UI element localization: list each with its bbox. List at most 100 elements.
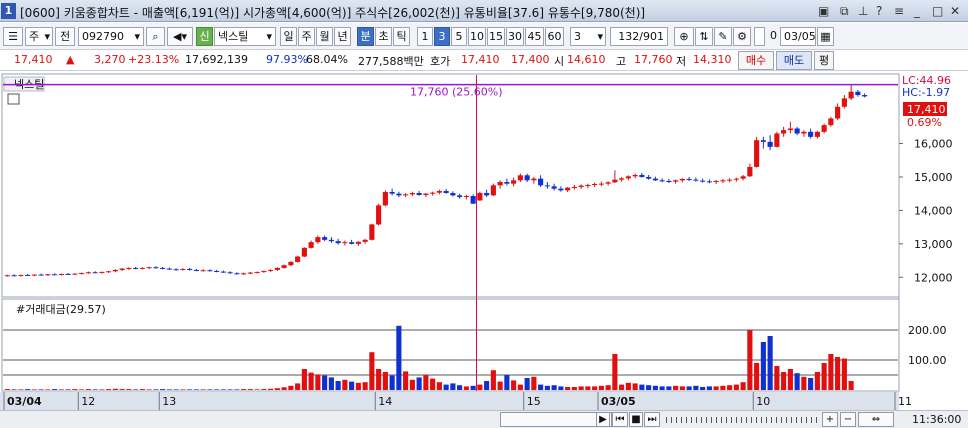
volume-bar [605,385,611,390]
volume-bar [760,342,766,390]
volume-bar [220,389,226,390]
gear-icon[interactable]: ⚙ [733,27,751,46]
minimize-icon[interactable]: _ [914,3,920,19]
first-page-icon[interactable]: ⏮ [612,412,628,427]
volume-bar [720,385,726,390]
candle-body [808,131,814,137]
minute-60-button[interactable]: 60 [545,27,564,46]
volume-bar [490,370,496,390]
zoom-out-button[interactable]: − [840,412,856,427]
volume-bar [193,389,199,390]
date-input[interactable]: 03/05 [780,27,816,46]
period-month-button[interactable]: 월 [316,27,333,46]
help-icon[interactable]: ? [876,3,882,19]
candle-body [85,272,91,274]
volume-bar [335,381,341,390]
candle-body [133,267,139,269]
period-second-button[interactable]: 초 [375,27,392,46]
volume-panel-name: #거래대금(29.57) [16,303,106,316]
settings-icon[interactable]: ≡ [894,3,904,19]
current-price-percent: 0.69% [907,116,942,129]
candle-body [322,237,328,240]
volume-bar [497,381,503,390]
minute-3-button[interactable]: 3 [434,27,450,46]
crosshair-icon[interactable]: ⊕ [674,27,694,46]
volume-bar [38,389,44,390]
volume-bar [524,378,530,390]
minute-45-button[interactable]: 45 [525,27,544,46]
candle-body [342,242,348,244]
change-percent: +23.13% [128,53,180,66]
stop-icon[interactable]: ■ [629,412,643,427]
minute-15-button[interactable]: 15 [487,27,505,46]
average-button[interactable]: 평 [814,51,834,70]
candle-body [58,273,64,275]
minute-5-button[interactable]: 5 [451,27,467,46]
restore-icon[interactable]: ▣ [818,3,829,19]
chart-menu-icon[interactable]: ☰ [3,27,23,46]
candle-body [841,98,847,107]
candle-body [423,193,429,196]
count-display: 132/901 [610,27,668,46]
volume-bar [679,386,685,390]
candle-body [693,179,699,181]
period-minute-button[interactable]: 분 [357,27,374,46]
chart-type-icon[interactable]: ⇅ [695,27,713,46]
search-icon[interactable]: ⌕ [146,27,165,46]
stock-code-input[interactable]: 092790 ▾ [78,27,144,46]
minute-10-button[interactable]: 10 [468,27,486,46]
calendar-icon[interactable]: ▦ [817,27,834,46]
volume-bar [355,382,361,390]
candle-body [551,186,557,189]
candle-body [261,270,267,272]
tile-icon[interactable]: ⧉ [840,3,849,19]
market-type-select[interactable]: 주 ▾ [25,27,53,46]
sound-icon[interactable]: ◀▾ [167,27,193,46]
maximize-icon[interactable]: □ [932,3,943,19]
price-axis-label: 12,000 [914,271,953,284]
volume-bar [578,386,584,390]
volume-bar [301,369,307,390]
candle-body [457,195,463,198]
candle-body [666,180,672,182]
stock-name-field[interactable]: 넥스틸 ▾ [214,27,276,46]
sell-button[interactable]: 매도 [776,51,812,70]
minute-30-button[interactable]: 30 [506,27,524,46]
time-axis-label: 03/05 [601,395,636,408]
trade-amount: 277,588백만 [358,55,424,68]
period-tick-button[interactable]: 틱 [393,27,410,46]
close-icon[interactable]: ✕ [950,3,960,19]
candle-body [558,188,564,191]
chart-area[interactable]: 넥스틸 #거래대금(29.57) LC:44.96 HC:-1.97 17,41… [0,72,968,410]
date-checkbox[interactable] [754,27,765,46]
candle-body [207,270,213,272]
chart-toolbar: ☰ 주 ▾ 전 092790 ▾ ⌕ ◀▾ 신 넥스틸 ▾ 일 주 월 년 분 초 틱… [0,23,968,50]
minute-1-button[interactable]: 1 [417,27,433,46]
buy-button[interactable]: 매수 [738,51,774,70]
candle-body [814,131,820,137]
draw-tool-icon[interactable]: ✎ [714,27,732,46]
grid-toggle-icon[interactable] [7,93,20,105]
zoom-slider[interactable]: ⇔ [858,412,894,427]
volume-bar [166,389,172,390]
period-year-button[interactable]: 년 [334,27,351,46]
volume-bar [247,389,253,390]
candle-body [531,178,537,181]
pin-icon[interactable]: ⊥ [858,3,868,19]
period-week-button[interactable]: 주 [298,27,315,46]
interval-input[interactable]: 3 ▾ [570,27,606,46]
high-price: 17,760 [634,53,673,66]
previous-button[interactable]: 전 [55,27,75,46]
period-day-button[interactable]: 일 [280,27,297,46]
last-page-icon[interactable]: ⏭ [644,412,660,427]
volume-bar [517,384,523,390]
volume-bar [227,389,233,390]
volume-bar [848,381,854,390]
volume-bar [409,379,415,390]
volume-bar [58,389,64,390]
scroll-right-icon[interactable]: ▶ [596,412,610,427]
zoom-ruler[interactable] [666,417,818,423]
zoom-in-button[interactable]: + [822,412,838,427]
candlestick-chart[interactable]: 넥스틸 #거래대금(29.57) LC:44.96 HC:-1.97 17,41… [0,72,968,410]
candle-body [45,274,51,276]
